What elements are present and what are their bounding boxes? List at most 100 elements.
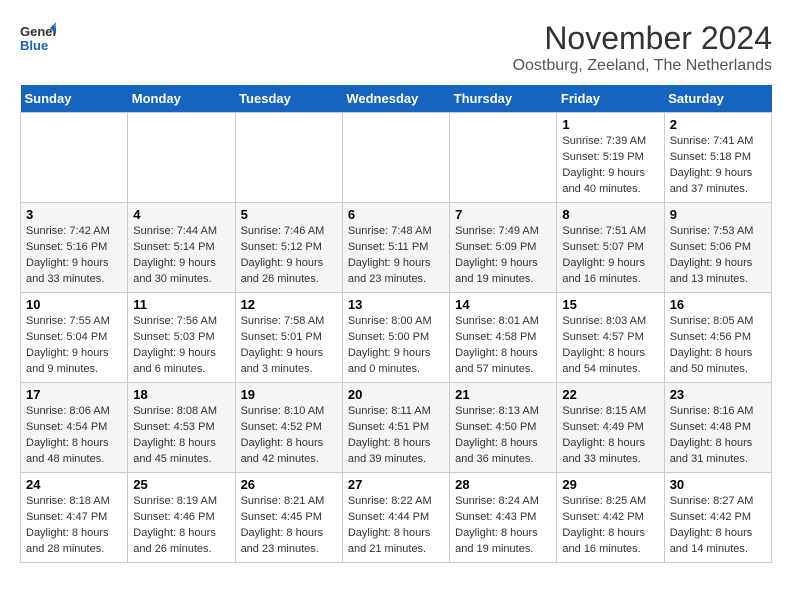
day-info: Sunrise: 7:39 AM Sunset: 5:19 PM Dayligh… xyxy=(562,134,658,198)
day-info: Sunrise: 7:53 AM Sunset: 5:06 PM Dayligh… xyxy=(670,224,766,288)
calendar-day-cell: 13Sunrise: 8:00 AM Sunset: 5:00 PM Dayli… xyxy=(342,293,449,383)
calendar-week-row: 17 Sunrise: 8:06 AM Sunset: 4:54 PM Dayli… xyxy=(21,383,772,473)
calendar-day-cell: 2 Sunrise: 7:41 AM Sunset: 5:18 PM Daylig… xyxy=(664,113,771,203)
day-number: 14 xyxy=(455,297,551,312)
calendar-header-row: SundayMondayTuesdayWednesdayThursdayFrid… xyxy=(21,85,772,113)
calendar-weekday-header: Saturday xyxy=(664,85,771,113)
calendar-weekday-header: Sunday xyxy=(21,85,128,113)
calendar-day-cell: 10 Sunrise: 7:55 AM Sunset: 5:04 PM Dayli… xyxy=(21,293,128,383)
day-number: 5 xyxy=(241,207,337,222)
day-info: Sunrise: 8:27 AM Sunset: 4:42 PM Dayligh… xyxy=(670,494,766,558)
calendar-day-cell: 20 Sunrise: 8:11 AM Sunset: 4:51 PM Dayli… xyxy=(342,383,449,473)
calendar-day-cell: 8 Sunrise: 7:51 AM Sunset: 5:07 PM Daylig… xyxy=(557,203,664,293)
logo: General Blue xyxy=(20,20,56,56)
calendar-day-cell: 9 Sunrise: 7:53 AM Sunset: 5:06 PM Daylig… xyxy=(664,203,771,293)
calendar-day-cell: 30 Sunrise: 8:27 AM Sunset: 4:42 PM Dayli… xyxy=(664,473,771,563)
calendar-day-cell: 22 Sunrise: 8:15 AM Sunset: 4:49 PM Dayli… xyxy=(557,383,664,473)
calendar-weekday-header: Friday xyxy=(557,85,664,113)
calendar-day-cell: 14 Sunrise: 8:01 AM Sunset: 4:58 PM Dayli… xyxy=(450,293,557,383)
day-number: 17 xyxy=(26,387,122,402)
calendar-day-cell: 19 Sunrise: 8:10 AM Sunset: 4:52 PM Dayli… xyxy=(235,383,342,473)
calendar-day-cell xyxy=(128,113,235,203)
day-info: Sunrise: 8:15 AM Sunset: 4:49 PM Dayligh… xyxy=(562,404,658,468)
day-info: Sunrise: 8:18 AM Sunset: 4:47 PM Dayligh… xyxy=(26,494,122,558)
calendar-week-row: 24 Sunrise: 8:18 AM Sunset: 4:47 PM Dayli… xyxy=(21,473,772,563)
calendar-day-cell: 21 Sunrise: 8:13 AM Sunset: 4:50 PM Dayli… xyxy=(450,383,557,473)
calendar-day-cell: 5 Sunrise: 7:46 AM Sunset: 5:12 PM Daylig… xyxy=(235,203,342,293)
day-info: Sunrise: 8:06 AM Sunset: 4:54 PM Dayligh… xyxy=(26,404,122,468)
day-number: 3 xyxy=(26,207,122,222)
day-number: 30 xyxy=(670,477,766,492)
title-block: November 2024 Oostburg, Zeeland, The Net… xyxy=(513,20,772,75)
calendar-day-cell xyxy=(342,113,449,203)
day-number: 13 xyxy=(348,297,444,312)
calendar-day-cell: 7 Sunrise: 7:49 AM Sunset: 5:09 PM Daylig… xyxy=(450,203,557,293)
day-number: 22 xyxy=(562,387,658,402)
calendar-week-row: 3 Sunrise: 7:42 AM Sunset: 5:16 PM Daylig… xyxy=(21,203,772,293)
calendar-day-cell: 6Sunrise: 7:48 AM Sunset: 5:11 PM Daylig… xyxy=(342,203,449,293)
day-info: Sunrise: 8:05 AM Sunset: 4:56 PM Dayligh… xyxy=(670,314,766,378)
calendar-day-cell: 3 Sunrise: 7:42 AM Sunset: 5:16 PM Daylig… xyxy=(21,203,128,293)
day-info: Sunrise: 7:49 AM Sunset: 5:09 PM Dayligh… xyxy=(455,224,551,288)
calendar-day-cell: 11Sunrise: 7:56 AM Sunset: 5:03 PM Dayli… xyxy=(128,293,235,383)
calendar-body: 1 Sunrise: 7:39 AM Sunset: 5:19 PM Daylig… xyxy=(21,113,772,563)
calendar-day-cell xyxy=(21,113,128,203)
day-number: 15 xyxy=(562,297,658,312)
day-number: 1 xyxy=(562,117,658,132)
day-number: 4 xyxy=(133,207,229,222)
calendar-weekday-header: Monday xyxy=(128,85,235,113)
day-number: 7 xyxy=(455,207,551,222)
calendar-day-cell: 17 Sunrise: 8:06 AM Sunset: 4:54 PM Dayli… xyxy=(21,383,128,473)
day-number: 11 xyxy=(133,297,229,312)
day-info: Sunrise: 8:13 AM Sunset: 4:50 PM Dayligh… xyxy=(455,404,551,468)
day-info: Sunrise: 7:44 AM Sunset: 5:14 PM Dayligh… xyxy=(133,224,229,288)
day-info: Sunrise: 7:41 AM Sunset: 5:18 PM Dayligh… xyxy=(670,134,766,198)
day-number: 21 xyxy=(455,387,551,402)
day-info: Sunrise: 8:24 AM Sunset: 4:43 PM Dayligh… xyxy=(455,494,551,558)
calendar-day-cell: 27 Sunrise: 8:22 AM Sunset: 4:44 PM Dayli… xyxy=(342,473,449,563)
calendar-day-cell: 24 Sunrise: 8:18 AM Sunset: 4:47 PM Dayli… xyxy=(21,473,128,563)
day-info: Sunrise: 8:19 AM Sunset: 4:46 PM Dayligh… xyxy=(133,494,229,558)
calendar-weekday-header: Wednesday xyxy=(342,85,449,113)
day-number: 9 xyxy=(670,207,766,222)
calendar-day-cell: 18 Sunrise: 8:08 AM Sunset: 4:53 PM Dayli… xyxy=(128,383,235,473)
calendar-day-cell: 16 Sunrise: 8:05 AM Sunset: 4:56 PM Dayli… xyxy=(664,293,771,383)
day-info: Sunrise: 8:01 AM Sunset: 4:58 PM Dayligh… xyxy=(455,314,551,378)
day-number: 18 xyxy=(133,387,229,402)
calendar-day-cell xyxy=(450,113,557,203)
calendar-week-row: 1 Sunrise: 7:39 AM Sunset: 5:19 PM Daylig… xyxy=(21,113,772,203)
day-number: 25 xyxy=(133,477,229,492)
day-number: 23 xyxy=(670,387,766,402)
day-number: 20 xyxy=(348,387,444,402)
calendar-day-cell: 12Sunrise: 7:58 AM Sunset: 5:01 PM Dayli… xyxy=(235,293,342,383)
day-info: Sunrise: 7:46 AM Sunset: 5:12 PM Dayligh… xyxy=(241,224,337,288)
svg-text:General: General xyxy=(20,24,56,39)
svg-text:Blue: Blue xyxy=(20,38,48,53)
day-info: Sunrise: 8:08 AM Sunset: 4:53 PM Dayligh… xyxy=(133,404,229,468)
day-info: Sunrise: 7:42 AM Sunset: 5:16 PM Dayligh… xyxy=(26,224,122,288)
day-info: Sunrise: 8:11 AM Sunset: 4:51 PM Dayligh… xyxy=(348,404,444,468)
day-number: 19 xyxy=(241,387,337,402)
day-info: Sunrise: 8:03 AM Sunset: 4:57 PM Dayligh… xyxy=(562,314,658,378)
day-number: 24 xyxy=(26,477,122,492)
day-info: Sunrise: 7:55 AM Sunset: 5:04 PM Dayligh… xyxy=(26,314,122,378)
day-number: 29 xyxy=(562,477,658,492)
calendar-day-cell: 28Sunrise: 8:24 AM Sunset: 4:43 PM Dayli… xyxy=(450,473,557,563)
calendar-table: SundayMondayTuesdayWednesdayThursdayFrid… xyxy=(20,85,772,563)
day-info: Sunrise: 8:16 AM Sunset: 4:48 PM Dayligh… xyxy=(670,404,766,468)
day-info: Sunrise: 8:22 AM Sunset: 4:44 PM Dayligh… xyxy=(348,494,444,558)
logo-icon: General Blue xyxy=(20,20,56,56)
day-number: 6 xyxy=(348,207,444,222)
day-number: 16 xyxy=(670,297,766,312)
day-number: 10 xyxy=(26,297,122,312)
calendar-day-cell: 23 Sunrise: 8:16 AM Sunset: 4:48 PM Dayli… xyxy=(664,383,771,473)
day-number: 8 xyxy=(562,207,658,222)
day-info: Sunrise: 7:51 AM Sunset: 5:07 PM Dayligh… xyxy=(562,224,658,288)
day-info: Sunrise: 8:10 AM Sunset: 4:52 PM Dayligh… xyxy=(241,404,337,468)
page-subtitle: Oostburg, Zeeland, The Netherlands xyxy=(513,57,772,75)
page-title: November 2024 xyxy=(513,20,772,57)
day-number: 2 xyxy=(670,117,766,132)
calendar-weekday-header: Tuesday xyxy=(235,85,342,113)
day-info: Sunrise: 8:25 AM Sunset: 4:42 PM Dayligh… xyxy=(562,494,658,558)
day-number: 27 xyxy=(348,477,444,492)
